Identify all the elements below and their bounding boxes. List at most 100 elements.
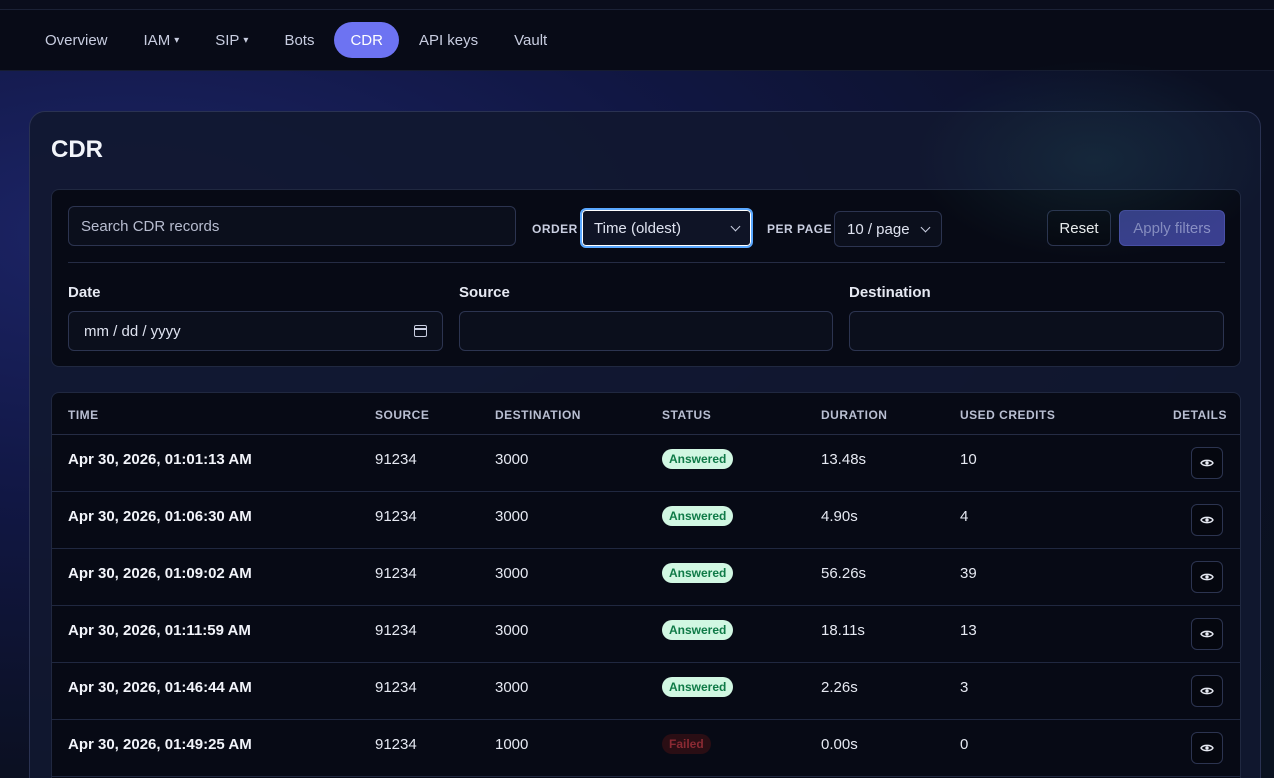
status-badge: Answered: [662, 677, 734, 697]
destination-field[interactable]: [849, 311, 1224, 351]
chevron-down-icon: [730, 221, 741, 231]
cell-credits: 13: [960, 622, 977, 639]
header-used-credits: USED CREDITS: [960, 408, 1056, 422]
source-field[interactable]: [459, 311, 833, 351]
filter-divider: [68, 262, 1225, 263]
date-label: Date: [68, 284, 101, 301]
header-details: DETAILS: [1173, 408, 1227, 422]
nav-item-overview[interactable]: Overview: [29, 22, 124, 58]
date-placeholder: mm / dd / yyyy: [84, 322, 181, 340]
top-strip: [0, 0, 1274, 10]
view-details-button[interactable]: [1191, 675, 1223, 707]
eye-icon: [1200, 516, 1214, 524]
table-row: Apr 30, 2026, 01:09:02 AM 91234 3000 56.26s…: [52, 549, 1240, 606]
cdr-card: CDR ORDER Time (oldest) PER PAGE 10 / pa…: [29, 111, 1261, 778]
cell-duration: 18.11s: [821, 622, 865, 639]
nav-item-bots[interactable]: Bots: [268, 22, 330, 58]
cell-duration: 56.26s: [821, 565, 867, 582]
nav-item-label: CDR: [350, 31, 383, 49]
nav-item-label: IAM: [143, 31, 171, 49]
nav-item-sip[interactable]: SIP ▾: [199, 22, 264, 58]
header-destination: DESTINATION: [495, 408, 581, 422]
cell-credits: 10: [960, 451, 977, 468]
cell-source: 91234: [375, 451, 417, 468]
table-row: Apr 30, 2026, 01:49:25 AM 91234 1000 0.00s 0…: [52, 720, 1240, 777]
page-title: CDR: [51, 136, 103, 163]
caret-down-icon: ▾: [174, 34, 180, 46]
eye-icon: [1200, 459, 1214, 467]
apply-filters-button[interactable]: Apply filters: [1119, 210, 1225, 246]
cell-credits: 39: [960, 565, 977, 582]
calendar-icon[interactable]: [414, 325, 427, 337]
nav-item-cdr[interactable]: CDR: [334, 22, 399, 58]
cell-duration: 4.90s: [821, 508, 858, 525]
cell-destination: 3000: [495, 565, 529, 582]
cell-source: 91234: [375, 679, 417, 696]
cell-source: 91234: [375, 508, 417, 525]
nav-item-label: Vault: [514, 31, 548, 49]
header-duration: DURATION: [821, 408, 888, 422]
table-row: Apr 30, 2026, 01:01:13 AM 91234 3000 13.48s…: [52, 435, 1240, 492]
cell-destination: 1000: [495, 736, 529, 753]
search-input[interactable]: [68, 206, 516, 246]
caret-down-icon: ▾: [243, 34, 249, 46]
nav-item-vault[interactable]: Vault: [498, 22, 563, 58]
table-row: Apr 30, 2026, 01:11:59 AM 91234 3000 18.11s…: [52, 606, 1240, 663]
order-select[interactable]: Time (oldest): [580, 208, 753, 248]
reset-button[interactable]: Reset: [1047, 210, 1111, 246]
per-page-select-value: 10 / page: [847, 220, 910, 238]
cell-duration: 2.26s: [821, 679, 858, 696]
eye-icon: [1200, 573, 1214, 581]
table-row: Apr 30, 2026, 01:46:44 AM 91234 3000 2.26s 3…: [52, 663, 1240, 720]
view-details-button[interactable]: [1191, 504, 1223, 536]
cell-time: Apr 30, 2026, 01:11:59 AM: [68, 622, 251, 639]
eye-icon: [1200, 687, 1214, 695]
source-label: Source: [459, 284, 510, 301]
cell-source: 91234: [375, 622, 417, 639]
view-details-button[interactable]: [1191, 447, 1223, 479]
chevron-down-icon: [920, 222, 931, 232]
destination-label: Destination: [849, 284, 931, 301]
view-details-button[interactable]: [1191, 561, 1223, 593]
cdr-table: TIME SOURCE DESTINATION STATUS DURATION …: [51, 392, 1241, 778]
per-page-label: PER PAGE: [767, 222, 833, 236]
cell-destination: 3000: [495, 622, 529, 639]
header-time: TIME: [68, 408, 99, 422]
per-page-select[interactable]: 10 / page: [834, 211, 942, 247]
status-badge: Answered: [662, 620, 734, 640]
cell-destination: 3000: [495, 451, 529, 468]
cell-credits: 4: [960, 508, 969, 525]
cell-duration: 13.48s: [821, 451, 867, 468]
table-row: Apr 30, 2026, 01:06:30 AM 91234 3000 4.90s 4…: [52, 492, 1240, 549]
cell-credits: 3: [960, 679, 969, 696]
cell-credits: 0: [960, 736, 969, 753]
view-details-button[interactable]: [1191, 732, 1223, 764]
cell-destination: 3000: [495, 679, 529, 696]
top-nav: Overview IAM ▾ SIP ▾ Bots CDR API keys Vault: [0, 10, 1274, 71]
cell-time: Apr 30, 2026, 01:09:02 AM: [68, 565, 252, 582]
cell-time: Apr 30, 2026, 01:06:30 AM: [68, 508, 252, 525]
order-select-value: Time (oldest): [594, 219, 681, 237]
date-field[interactable]: mm / dd / yyyy: [68, 311, 443, 351]
status-badge: Failed: [662, 734, 711, 754]
cell-source: 91234: [375, 736, 417, 753]
nav-item-label: SIP: [215, 31, 240, 49]
cell-duration: 0.00s: [821, 736, 858, 753]
nav-item-label: Overview: [45, 31, 108, 49]
cell-source: 91234: [375, 565, 417, 582]
eye-icon: [1200, 744, 1214, 752]
eye-icon: [1200, 630, 1214, 638]
header-source: SOURCE: [375, 408, 430, 422]
view-details-button[interactable]: [1191, 618, 1223, 650]
header-status: STATUS: [662, 408, 712, 422]
cell-time: Apr 30, 2026, 01:01:13 AM: [68, 451, 252, 468]
nav-item-iam[interactable]: IAM ▾: [128, 22, 196, 58]
cell-time: Apr 30, 2026, 01:49:25 AM: [68, 736, 252, 753]
nav-item-api-keys[interactable]: API keys: [403, 22, 494, 58]
nav-item-label: API keys: [418, 31, 479, 49]
status-badge: Answered: [662, 449, 734, 469]
filter-panel: ORDER Time (oldest) PER PAGE 10 / page R…: [51, 189, 1241, 367]
order-label: ORDER: [532, 222, 578, 236]
cell-time: Apr 30, 2026, 01:46:44 AM: [68, 679, 252, 696]
status-badge: Answered: [662, 506, 734, 526]
